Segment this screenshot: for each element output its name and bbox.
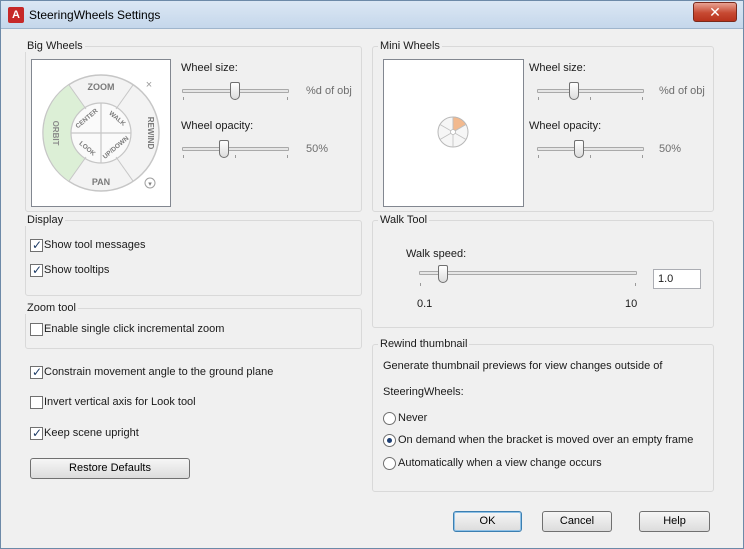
constrain-movement-label[interactable]: Constrain movement angle to the ground p… <box>44 366 273 378</box>
rewind-never-radio[interactable] <box>383 412 396 425</box>
close-button[interactable]: ✕ <box>693 2 737 22</box>
window-title: SteeringWheels Settings <box>29 8 161 22</box>
display-title: Display <box>25 214 66 226</box>
mini-wheel-graphic <box>437 116 469 148</box>
show-tool-messages-label[interactable]: Show tool messages <box>44 239 146 251</box>
walk-tool-title: Walk Tool <box>378 214 430 226</box>
big-wheel-graphic: ZOOM PAN ORBIT REWIND CENTER WALK LOOK U… <box>42 74 160 192</box>
big-wheel-size-label: Wheel size: <box>181 62 238 74</box>
big-wheel-size-thumb[interactable] <box>230 82 240 100</box>
show-tooltips-checkbox[interactable] <box>30 263 43 277</box>
single-click-zoom-checkbox[interactable] <box>30 323 43 336</box>
big-wheel-opacity-thumb[interactable] <box>219 140 229 158</box>
mini-wheel-size-slider[interactable] <box>537 89 644 93</box>
title-bar[interactable]: A SteeringWheels Settings ✕ <box>1 1 743 29</box>
invert-vertical-axis-label[interactable]: Invert vertical axis for Look tool <box>44 396 196 408</box>
wheel-zoom-label: ZOOM <box>88 82 115 92</box>
rewind-on-demand-radio[interactable] <box>383 434 396 447</box>
walk-speed-max-label: 10 <box>625 298 638 310</box>
show-tool-messages-checkbox[interactable] <box>30 238 43 252</box>
big-wheel-size-value: %d of obj <box>306 85 352 97</box>
big-wheel-opacity-slider[interactable] <box>182 147 289 151</box>
rewind-automatically-radio[interactable] <box>383 457 396 470</box>
steeringwheels-settings-dialog: A SteeringWheels Settings ✕ Big Wheels Z… <box>0 0 744 549</box>
rewind-description-line2: SteeringWheels: <box>383 386 464 398</box>
big-wheel-opacity-value: 50% <box>306 143 329 155</box>
walk-speed-label: Walk speed: <box>406 248 467 260</box>
big-wheel-preview: ZOOM PAN ORBIT REWIND CENTER WALK LOOK U… <box>31 59 171 207</box>
mini-wheel-opacity-label: Wheel opacity: <box>529 120 602 132</box>
big-wheels-title: Big Wheels <box>25 40 85 52</box>
svg-text:▾: ▾ <box>148 181 152 188</box>
rewind-automatically-label[interactable]: Automatically when a view change occurs <box>398 457 602 469</box>
wheel-close-icon: × <box>146 79 152 91</box>
mini-wheel-size-thumb[interactable] <box>569 82 579 100</box>
wheel-orbit-label: ORBIT <box>51 121 60 146</box>
invert-vertical-axis-checkbox[interactable] <box>30 396 43 409</box>
constrain-movement-checkbox[interactable] <box>30 365 43 379</box>
rewind-never-label[interactable]: Never <box>398 412 427 424</box>
walk-speed-slider[interactable] <box>419 271 637 275</box>
single-click-zoom-label[interactable]: Enable single click incremental zoom <box>44 323 224 335</box>
walk-speed-input[interactable]: 1.0 <box>653 269 701 289</box>
help-button[interactable]: Help <box>639 511 710 532</box>
cancel-button[interactable]: Cancel <box>542 511 612 532</box>
wheel-pan-label: PAN <box>92 177 110 187</box>
mini-wheel-preview <box>383 59 524 207</box>
mini-wheel-opacity-slider[interactable] <box>537 147 644 151</box>
walk-speed-min-label: 0.1 <box>417 298 433 310</box>
mini-wheel-size-value: %d of obj <box>659 85 705 97</box>
rewind-on-demand-label[interactable]: On demand when the bracket is moved over… <box>398 434 693 446</box>
rewind-thumbnail-title: Rewind thumbnail <box>378 338 470 350</box>
mini-wheels-title: Mini Wheels <box>378 40 442 52</box>
show-tooltips-label[interactable]: Show tooltips <box>44 264 109 276</box>
display-group <box>25 220 362 296</box>
keep-scene-upright-label[interactable]: Keep scene upright <box>44 427 139 439</box>
mini-wheel-size-label: Wheel size: <box>529 62 586 74</box>
autocad-a-icon: A <box>8 7 24 23</box>
restore-defaults-button[interactable]: Restore Defaults <box>30 458 190 479</box>
big-wheel-opacity-label: Wheel opacity: <box>181 120 254 132</box>
mini-wheel-opacity-value: 50% <box>659 143 682 155</box>
ok-button[interactable]: OK <box>453 511 522 532</box>
wheel-rewind-label: REWIND <box>146 117 155 150</box>
close-icon: ✕ <box>709 4 721 20</box>
walk-speed-thumb[interactable] <box>438 265 448 283</box>
rewind-description-line1: Generate thumbnail previews for view cha… <box>383 360 663 372</box>
keep-scene-upright-checkbox[interactable] <box>30 426 43 440</box>
zoom-tool-title: Zoom tool <box>25 302 78 314</box>
mini-wheel-opacity-thumb[interactable] <box>574 140 584 158</box>
